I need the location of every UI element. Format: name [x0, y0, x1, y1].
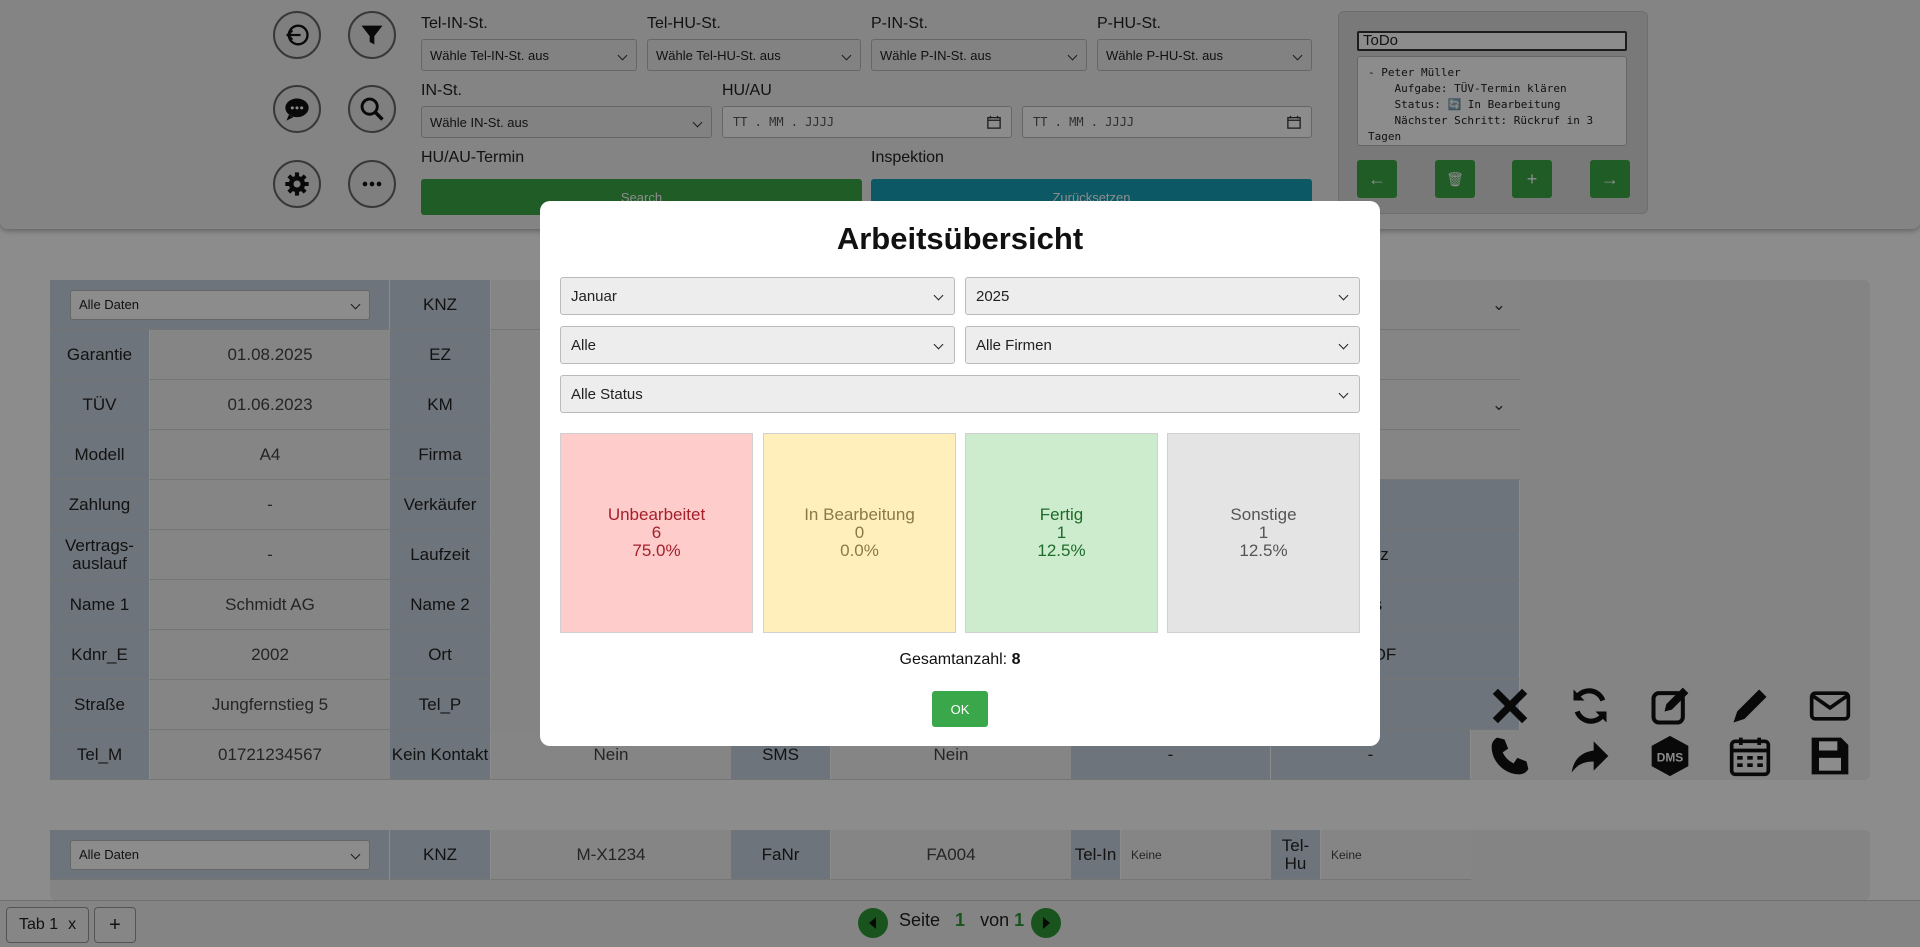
modal-title: Arbeitsübersicht [836, 221, 1084, 256]
stat-fertig-label: Fertig [1039, 505, 1084, 524]
stat-unbearbeitet-label: Unbearbeitet [607, 505, 706, 524]
ok-button[interactable]: OK [932, 691, 988, 727]
stat-unbearbeitet[interactable]: Unbearbeitet 6 75.0% [560, 433, 753, 633]
stat-unbearbeitet-count: 6 [651, 523, 662, 542]
stat-fertig[interactable]: Fertig 1 12.5% [965, 433, 1158, 633]
stat-sonstige-percent: 12.5% [1239, 541, 1288, 560]
stat-fertig-count: 1 [1056, 523, 1067, 542]
stat-sonstige-count: 1 [1258, 523, 1269, 542]
stat-in-bearbeitung[interactable]: In Bearbeitung 0 0.0% [763, 433, 956, 633]
stat-sonstige[interactable]: Sonstige 1 12.5% [1167, 433, 1360, 633]
month-select[interactable]: Januar [560, 277, 955, 315]
year-select[interactable]: 2025 [965, 277, 1360, 315]
status-select[interactable]: Alle Status [560, 375, 1360, 413]
stat-sonstige-label: Sonstige [1230, 505, 1297, 524]
stat-in-bearbeitung-percent: 0.0% [840, 541, 879, 560]
firms-select[interactable]: Alle Firmen [965, 326, 1360, 364]
work-overview-modal: Arbeitsübersicht Januar 2025 Alle Alle F… [540, 201, 1380, 746]
scope-select[interactable]: Alle [560, 326, 955, 364]
total-line: Gesamtanzahl: 8 [540, 651, 1380, 669]
stat-fertig-percent: 12.5% [1037, 541, 1086, 560]
stat-in-bearbeitung-label: In Bearbeitung [804, 505, 915, 524]
stat-in-bearbeitung-count: 0 [854, 523, 865, 542]
total-value: 8 [1011, 651, 1021, 668]
total-label: Gesamtanzahl: [899, 651, 1008, 668]
stat-unbearbeitet-percent: 75.0% [632, 541, 681, 560]
